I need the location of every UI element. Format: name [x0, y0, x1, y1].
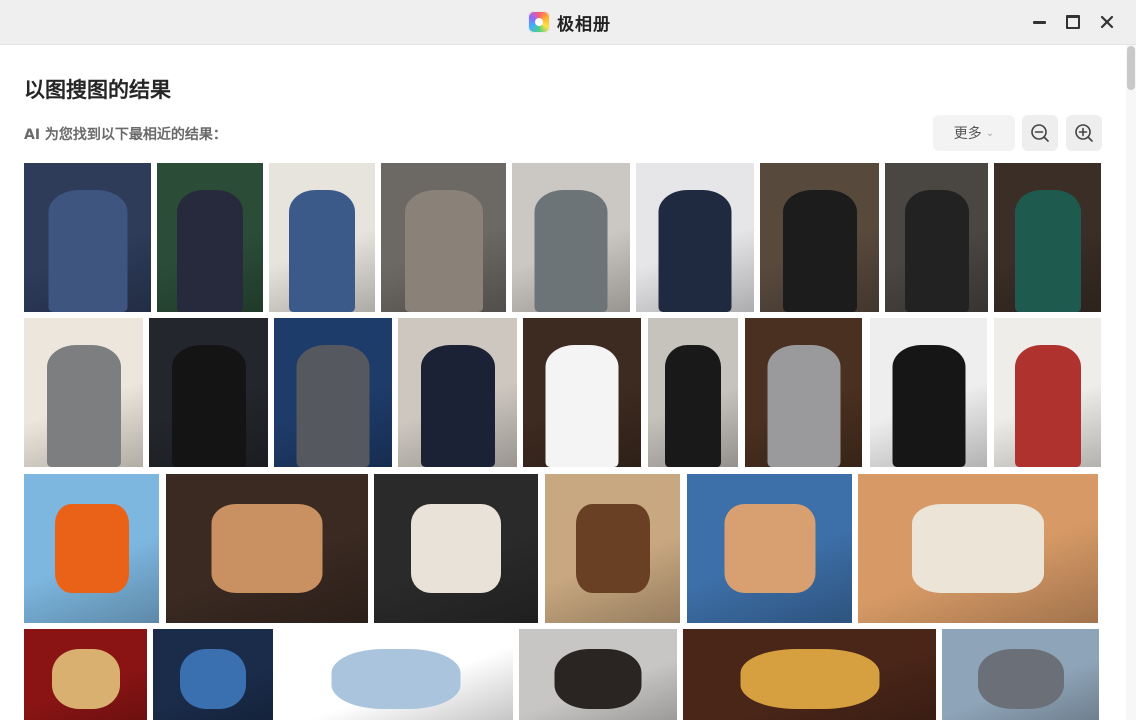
result-thumbnail[interactable] [398, 318, 517, 467]
thumbnail-subject [904, 190, 969, 312]
thumbnail-subject [740, 649, 879, 709]
thumbnail-subject [296, 345, 370, 467]
result-thumbnail[interactable] [24, 163, 151, 312]
result-thumbnail[interactable] [760, 163, 879, 312]
zoom-in-icon [1075, 124, 1093, 142]
result-thumbnail[interactable] [745, 318, 862, 467]
result-thumbnail[interactable] [374, 474, 538, 623]
zoom-out-icon [1031, 124, 1049, 142]
thumbnail-subject [411, 504, 501, 593]
thumbnail-subject [977, 649, 1064, 709]
result-thumbnail[interactable] [381, 163, 506, 312]
result-thumbnail[interactable] [24, 474, 159, 623]
result-thumbnail[interactable] [545, 474, 680, 623]
thumbnail-subject [665, 345, 721, 467]
thumbnail-subject [171, 345, 246, 467]
result-thumbnail[interactable] [870, 318, 987, 467]
result-thumbnail[interactable] [519, 629, 677, 720]
thumbnail-subject [211, 504, 323, 593]
thumbnail-subject [420, 345, 495, 467]
result-thumbnail[interactable] [858, 474, 1098, 623]
thumbnail-subject [658, 190, 732, 312]
thumbnail-subject [1014, 345, 1081, 467]
scrollbar-thumb[interactable] [1127, 46, 1135, 90]
thumbnail-subject [54, 504, 129, 593]
zoom-in-button[interactable] [1066, 115, 1102, 151]
thumbnail-subject [892, 345, 965, 467]
result-thumbnail[interactable] [24, 629, 147, 720]
app-name: 极相册 [557, 14, 611, 35]
thumbnail-subject [545, 345, 619, 467]
result-thumbnail[interactable] [166, 474, 368, 623]
minimize-icon [1032, 20, 1046, 24]
app-window: 极相册 以图搜图的结果 AI 为您找到以下最相近的结果： 更多 ⌄ [0, 0, 1136, 720]
thumbnail-subject [575, 504, 650, 593]
result-thumbnail[interactable] [683, 629, 936, 720]
result-thumbnail[interactable] [512, 163, 630, 312]
result-thumbnail[interactable] [648, 318, 738, 467]
result-thumbnail[interactable] [279, 629, 513, 720]
thumbnail-subject [331, 649, 461, 709]
title-bar[interactable]: 极相册 [0, 0, 1136, 45]
result-thumbnail[interactable] [523, 318, 641, 467]
chevron-down-icon: ⌄ [985, 127, 995, 139]
thumbnail-subject [912, 504, 1044, 593]
thumbnail-subject [554, 649, 642, 709]
app-logo-icon [528, 11, 550, 33]
result-thumbnail[interactable] [687, 474, 852, 623]
vertical-scrollbar[interactable] [1126, 45, 1136, 720]
more-label: 更多 [953, 126, 982, 142]
thumbnail-subject [767, 345, 840, 467]
maximize-button[interactable] [1063, 12, 1083, 32]
thumbnail-subject [289, 190, 355, 312]
page-title: 以图搜图的结果 [24, 78, 171, 102]
close-button[interactable] [1097, 12, 1117, 32]
zoom-out-button[interactable] [1022, 115, 1058, 151]
result-thumbnail[interactable] [269, 163, 375, 312]
thumbnail-subject [724, 504, 815, 593]
app-title: 极相册 [528, 9, 611, 35]
maximize-icon [1066, 15, 1080, 29]
minimize-button[interactable] [1029, 12, 1049, 32]
thumbnail-subject [404, 190, 483, 312]
thumbnail-subject [48, 190, 127, 312]
result-thumbnail[interactable] [153, 629, 273, 720]
result-thumbnail[interactable] [157, 163, 263, 312]
more-dropdown[interactable]: 更多 ⌄ [933, 115, 1015, 151]
thumbnail-subject [782, 190, 857, 312]
result-thumbnail[interactable] [994, 163, 1101, 312]
thumbnail-subject [46, 345, 121, 467]
results-subtitle: AI 为您找到以下最相近的结果： [24, 127, 227, 143]
result-thumbnail[interactable] [942, 629, 1099, 720]
thumbnail-subject [51, 649, 120, 709]
close-icon [1100, 15, 1114, 29]
thumbnail-subject [177, 190, 243, 312]
thumbnail-subject [180, 649, 246, 709]
result-thumbnail[interactable] [24, 318, 143, 467]
thumbnail-subject [1014, 190, 1081, 312]
result-thumbnail[interactable] [149, 318, 268, 467]
result-thumbnail[interactable] [274, 318, 392, 467]
result-thumbnail[interactable] [885, 163, 988, 312]
result-thumbnail[interactable] [994, 318, 1101, 467]
result-thumbnail[interactable] [636, 163, 754, 312]
thumbnail-subject [534, 190, 608, 312]
